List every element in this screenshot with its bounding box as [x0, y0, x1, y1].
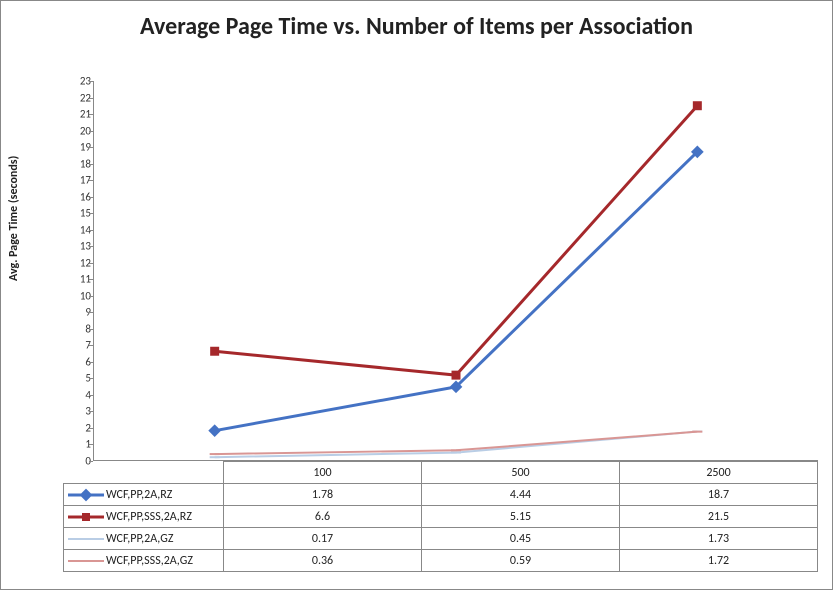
legend-swatch: [68, 533, 104, 545]
data-cell: 1.78: [224, 484, 422, 506]
y-tick-label: 17: [63, 175, 91, 186]
data-table: 1005002500WCF,PP,2A,RZ1.784.4418.7WCF,PP…: [63, 461, 818, 572]
legend-cell: WCF,PP,SSS,2A,GZ: [64, 550, 224, 572]
y-tick-label: 2: [63, 422, 91, 433]
y-tick-label: 1: [63, 439, 91, 450]
legend-cell: WCF,PP,2A,RZ: [64, 484, 224, 506]
y-tick-label: 5: [63, 373, 91, 384]
category-header: 100: [224, 462, 422, 484]
y-tick-label: 12: [63, 257, 91, 268]
category-header: 2500: [620, 462, 818, 484]
y-tick-label: 23: [63, 76, 91, 87]
table-row: WCF,PP,2A,GZ 0.170.451.73: [64, 528, 818, 550]
legend-swatch: [68, 511, 104, 523]
data-cell: 18.7: [620, 484, 818, 506]
series-name: WCF,PP,2A,RZ: [106, 488, 172, 502]
plot-svg: [94, 81, 818, 460]
data-cell: 0.17: [224, 528, 422, 550]
series-marker: [452, 371, 461, 380]
y-tick-label: 22: [63, 92, 91, 103]
data-cell: 1.73: [620, 528, 818, 550]
series-marker: [692, 431, 702, 433]
table-row: WCF,PP,2A,RZ 1.784.4418.7: [64, 484, 818, 506]
y-axis-label: Avg. Page Time (seconds): [7, 156, 21, 281]
y-tick-label: 11: [63, 274, 91, 285]
data-cell: 6.6: [224, 506, 422, 528]
legend-cell: WCF,PP,2A,GZ: [64, 528, 224, 550]
y-tick-label: 8: [63, 323, 91, 334]
y-tick-label: 16: [63, 191, 91, 202]
y-tick-label: 6: [63, 356, 91, 367]
data-cell: 0.36: [224, 550, 422, 572]
series-marker: [451, 449, 461, 451]
series-marker: [210, 456, 220, 458]
category-header: 500: [422, 462, 620, 484]
y-tick-label: 3: [63, 406, 91, 417]
y-tick-label: 9: [63, 307, 91, 318]
data-cell: 4.44: [422, 484, 620, 506]
chart-container: Average Page Time vs. Number of Items pe…: [0, 0, 833, 590]
legend-swatch: [68, 489, 104, 501]
series-name: WCF,PP,SSS,2A,GZ: [106, 554, 193, 568]
y-tick-label: 10: [63, 290, 91, 301]
series-marker: [210, 347, 219, 356]
y-tick-label: 7: [63, 340, 91, 351]
legend-marker-icon: [81, 538, 91, 540]
chart-title: Average Page Time vs. Number of Items pe…: [1, 1, 832, 46]
table-row: WCF,PP,SSS,2A,GZ 0.360.591.72: [64, 550, 818, 572]
series-marker: [693, 101, 702, 110]
series-name: WCF,PP,2A,GZ: [106, 532, 173, 546]
data-cell: 5.15: [422, 506, 620, 528]
series-marker: [210, 453, 220, 455]
data-cell: 1.72: [620, 550, 818, 572]
legend-marker-icon: [80, 488, 93, 501]
y-tick-label: 18: [63, 158, 91, 169]
table-row: WCF,PP,SSS,2A,RZ 6.65.1521.5: [64, 506, 818, 528]
series-line: [215, 106, 698, 375]
y-tick-label: 13: [63, 241, 91, 252]
data-cell: 21.5: [620, 506, 818, 528]
legend-marker-icon: [82, 513, 90, 521]
series-marker: [208, 424, 221, 437]
y-tick-label: 15: [63, 208, 91, 219]
legend-cell: WCF,PP,SSS,2A,RZ: [64, 506, 224, 528]
table-corner: [64, 462, 224, 484]
y-tick-label: 20: [63, 125, 91, 136]
series-marker: [451, 452, 461, 454]
legend-swatch: [68, 555, 104, 567]
series-name: WCF,PP,SSS,2A,RZ: [106, 510, 192, 524]
y-tick-label: 19: [63, 142, 91, 153]
y-tick-label: 21: [63, 109, 91, 120]
y-tick-label: 14: [63, 224, 91, 235]
y-tick-label: 4: [63, 389, 91, 400]
plot-area: [93, 81, 818, 461]
legend-marker-icon: [81, 560, 91, 562]
table-header-row: 1005002500: [64, 462, 818, 484]
data-cell: 0.45: [422, 528, 620, 550]
data-cell: 0.59: [422, 550, 620, 572]
plot-wrap: 01234567891011121314151617181920212223: [63, 81, 818, 461]
